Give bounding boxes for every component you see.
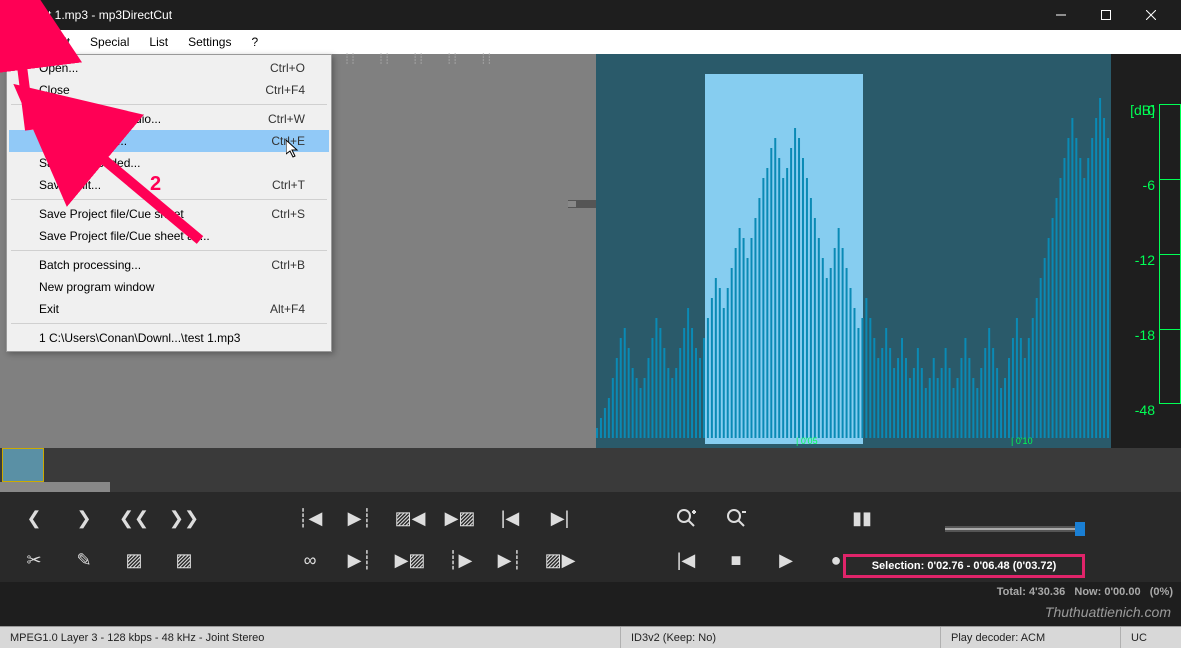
menu-save-split[interactable]: Save split...Ctrl+T — [9, 174, 329, 196]
status-codec: MPEG1.0 Layer 3 - 128 kbps - 48 kHz - Jo… — [0, 627, 621, 648]
db-48: -48 — [1135, 402, 1155, 418]
menu-save-project-as[interactable]: Save Project file/Cue sheet as... — [9, 225, 329, 247]
prev-button[interactable]: ❮ — [18, 504, 50, 532]
play-sel-4-icon[interactable]: ▶┊ — [494, 546, 526, 574]
window-title: test 1.mp3 - mp3DirectCut — [32, 8, 1038, 22]
goto-start-icon[interactable]: |◀ — [494, 504, 526, 532]
stop-button[interactable]: ■ — [720, 546, 752, 574]
menu-open[interactable]: Open...Ctrl+O — [9, 57, 329, 79]
time-mark-2: | 0'10 — [1011, 436, 1033, 446]
time-mark-1: | 0'05 — [796, 436, 818, 446]
zoom-in-button[interactable] — [670, 504, 702, 532]
menu-help[interactable]: ? — [241, 30, 268, 54]
menu-edit[interactable]: Edit — [39, 30, 80, 54]
skip-fwd-icon[interactable]: ▶┊ — [344, 504, 376, 532]
file-dropdown: Open...Ctrl+O CloseCtrl+F4 Save complete… — [6, 54, 332, 352]
volume-slider[interactable] — [945, 526, 1085, 532]
menu-save-complete[interactable]: Save complete audio...Ctrl+W — [9, 108, 329, 130]
skip-back-icon[interactable]: ┊◀ — [294, 504, 326, 532]
play-sel-1-icon[interactable]: ▶┊ — [344, 546, 376, 574]
app-icon: mp3 — [8, 7, 24, 23]
cursor-icon — [286, 140, 302, 165]
status-tags: ID3v2 (Keep: No) — [621, 627, 941, 648]
menu-special[interactable]: Special — [80, 30, 139, 54]
totals-info: Total: 4'30.36 Now: 0'00.00 (0%) — [997, 586, 1173, 598]
menu-list[interactable]: List — [139, 30, 178, 54]
mark-out-icon[interactable]: ▶▨ — [444, 504, 476, 532]
menu-save-reencoded[interactable]: Save re-encoded... — [9, 152, 329, 174]
separator — [11, 104, 327, 105]
zoom-out-button[interactable] — [720, 504, 752, 532]
menu-exit[interactable]: ExitAlt+F4 — [9, 298, 329, 320]
waveform — [596, 78, 1111, 438]
mark-in-icon[interactable]: ▨◀ — [394, 504, 426, 532]
timeline-ticks: ┊┊┊┊┊┊┊┊┊┊ — [332, 54, 596, 74]
separator — [11, 323, 327, 324]
maximize-button[interactable] — [1083, 0, 1128, 30]
menu-close-file[interactable]: CloseCtrl+F4 — [9, 79, 329, 101]
minimize-button[interactable] — [1038, 0, 1083, 30]
menu-file[interactable]: File — [0, 30, 39, 54]
menu-bar: File Edit Special List Settings ? — [0, 30, 1181, 54]
edit-button[interactable]: ✎ — [68, 546, 100, 574]
play-sel-5-icon[interactable]: ▨▶ — [544, 546, 576, 574]
status-decoder: Play decoder: ACM — [941, 627, 1121, 648]
watermark: Thuthuattienich.com — [1045, 604, 1171, 620]
title-bar: mp3 test 1.mp3 - mp3DirectCut — [0, 0, 1181, 30]
window-controls — [1038, 0, 1173, 30]
goto-end-icon[interactable]: ▶| — [544, 504, 576, 532]
menu-new-window[interactable]: New program window — [9, 276, 329, 298]
volume-thumb[interactable] — [1075, 522, 1085, 536]
menu-batch[interactable]: Batch processing...Ctrl+B — [9, 254, 329, 276]
overview-scroll-thumb[interactable] — [0, 482, 110, 492]
selection-info: Selection: 0'02.76 - 0'06.48 (0'03.72) — [843, 554, 1085, 578]
rewind-button[interactable]: ❮❮ — [118, 504, 150, 532]
db-boxes — [1159, 104, 1181, 404]
cut-button[interactable]: ✂ — [18, 546, 50, 574]
menu-save-selection[interactable]: Save selection...Ctrl+E — [9, 130, 329, 152]
play-button[interactable]: ▶ — [770, 546, 802, 574]
region-a-icon[interactable]: ▨ — [118, 546, 150, 574]
separator — [11, 199, 327, 200]
separator — [11, 250, 327, 251]
loop-button[interactable]: ∞ — [294, 546, 326, 574]
db-12: -12 — [1135, 252, 1155, 268]
status-uc: UC — [1121, 627, 1181, 648]
time-labels: | 0'05 | 0'10 — [596, 436, 1111, 448]
play-sel-2-icon[interactable]: ▶▨ — [394, 546, 426, 574]
pause-icon[interactable]: ▮▮ — [846, 504, 878, 532]
menu-settings[interactable]: Settings — [178, 30, 241, 54]
go-first-button[interactable]: |◀ — [670, 546, 702, 574]
menu-save-project[interactable]: Save Project file/Cue sheetCtrl+S — [9, 203, 329, 225]
db-scale: [dB] 0 -6 -12 -18 -48 — [1111, 54, 1181, 448]
play-sel-3-icon[interactable]: ┊▶ — [444, 546, 476, 574]
forward-button[interactable]: ❯❯ — [168, 504, 200, 532]
level-meter — [568, 200, 596, 208]
close-button[interactable] — [1128, 0, 1173, 30]
db-18: -18 — [1135, 327, 1155, 343]
overview-strip[interactable] — [0, 448, 1181, 492]
db-6: -6 — [1143, 177, 1155, 193]
db-0: 0 — [1147, 102, 1155, 118]
region-b-icon[interactable]: ▨ — [168, 546, 200, 574]
overview-selection[interactable] — [2, 448, 44, 482]
menu-recent-1[interactable]: 1 C:\Users\Conan\Downl...\test 1.mp3 — [9, 327, 329, 349]
next-button[interactable]: ❯ — [68, 504, 100, 532]
waveform-area[interactable]: | 0'05 | 0'10 — [596, 54, 1111, 448]
status-bar: MPEG1.0 Layer 3 - 128 kbps - 48 kHz - Jo… — [0, 626, 1181, 648]
